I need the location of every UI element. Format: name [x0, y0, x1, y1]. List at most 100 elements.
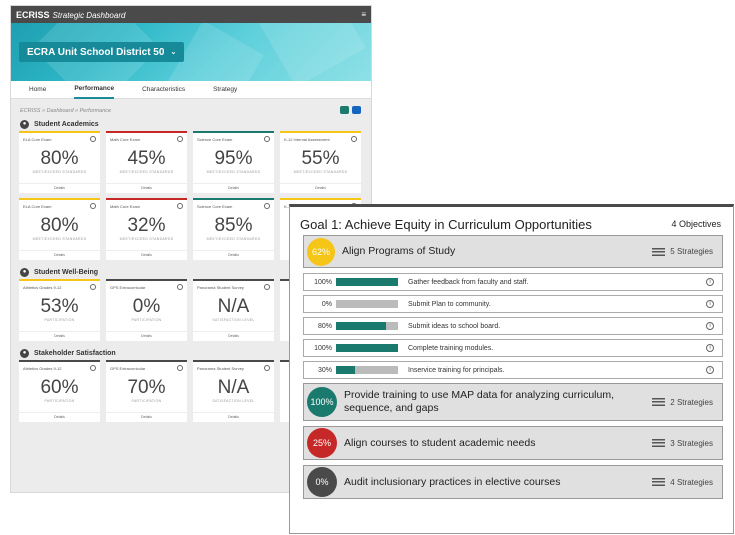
details-link[interactable]: Details [19, 412, 100, 419]
task-row[interactable]: 80% Submit ideas to school board. i [303, 317, 723, 335]
objective-row[interactable]: 100% Provide training to use MAP data for… [303, 383, 723, 421]
details-link[interactable]: Details [19, 331, 100, 338]
info-icon[interactable]: i [706, 366, 714, 374]
metric-card[interactable]: Panorama Student Survey N/A SATISFACTION L… [193, 360, 274, 422]
breadcrumb: ECRISS » Dashboard » Performance [20, 108, 112, 114]
metric-value: 55% [301, 148, 340, 169]
metric-label: Panorama Student Survey [197, 285, 244, 290]
info-icon[interactable]: i [706, 322, 714, 330]
objective-title: Align Programs of Study [342, 245, 456, 257]
metric-value: 53% [40, 296, 79, 317]
strategies-link[interactable]: 3 Strategies [652, 439, 713, 448]
metric-card[interactable]: Science Core Exam 85% MEET/EXCEED STANDARD… [193, 198, 274, 260]
task-percent: 30% [317, 366, 332, 374]
objectives-list: 62% Align Programs of Study 5 Strategies 10… [290, 235, 733, 499]
strategies-count: 2 Strategies [670, 397, 713, 407]
info-icon[interactable] [264, 136, 270, 142]
info-icon[interactable]: i [706, 300, 714, 308]
hamburger-icon[interactable]: ≡ [361, 10, 366, 19]
metric-card[interactable]: K-12 Internal Assessment 55% MEET/EXCEED S… [280, 131, 361, 193]
details-link[interactable]: Details [106, 412, 187, 419]
info-icon[interactable] [264, 284, 270, 290]
list-icon [652, 247, 666, 256]
metric-card[interactable]: ELA Core Exam 80% MEET/EXCEED STANDARDS Det… [19, 131, 100, 193]
strategies-link[interactable]: 5 Strategies [652, 247, 713, 256]
info-icon[interactable]: i [706, 344, 714, 352]
metric-card[interactable]: GPS Extracurricular 70% PARTICIPATION Detai… [106, 360, 187, 422]
task-label: Submit Plan to community. [408, 300, 491, 308]
toolbar [340, 106, 361, 114]
info-icon[interactable] [177, 284, 183, 290]
task-progress-fill [336, 366, 355, 374]
task-progress-bar [336, 300, 398, 308]
task-row[interactable]: 100% Complete training modules. i [303, 339, 723, 357]
metric-card[interactable]: ELA Core Exam 80% MEET/EXCEED STANDARDS Det… [19, 198, 100, 260]
task-row[interactable]: 100% Gather feedback from faculty and sta… [303, 273, 723, 291]
details-link[interactable]: Details [193, 412, 274, 419]
metric-value: 80% [40, 148, 79, 169]
metric-card[interactable]: Athletics Grades 9-12 53% PARTICIPATION Det… [19, 279, 100, 341]
task-label: Gather feedback from faculty and staff. [408, 278, 529, 286]
metric-label: Science Core Exam [197, 204, 233, 209]
details-link[interactable]: Details [19, 183, 100, 190]
metric-label: GPS Extracurricular [110, 366, 146, 371]
metric-subtitle: PARTICIPATION [44, 318, 75, 322]
tab-strategy[interactable]: Strategy [213, 81, 237, 99]
info-icon[interactable] [351, 136, 357, 142]
metric-label: ELA Core Exam [23, 204, 52, 209]
section-title: Stakeholder Satisfaction [34, 349, 116, 357]
details-link[interactable]: Details [193, 250, 274, 257]
task-row[interactable]: 0% Submit Plan to community. i [303, 295, 723, 313]
details-link[interactable]: Details [106, 250, 187, 257]
details-link[interactable]: Details [193, 183, 274, 190]
info-icon[interactable] [90, 365, 96, 371]
tab-home[interactable]: Home [29, 81, 46, 99]
strategies-count: 4 Strategies [670, 477, 713, 487]
metric-card[interactable]: Science Core Exam 95% MEET/EXCEED STANDARD… [193, 131, 274, 193]
task-percent: 0% [321, 300, 332, 308]
objective-title: Provide training to use MAP data for ana… [344, 389, 615, 414]
metric-value: 85% [214, 215, 253, 236]
details-link[interactable]: Details [106, 331, 187, 338]
objective-row[interactable]: 62% Align Programs of Study 5 Strategies [303, 235, 723, 268]
details-link[interactable]: Details [193, 331, 274, 338]
metric-card[interactable]: Math Core Exam 32% MEET/EXCEED STANDARDS De… [106, 198, 187, 260]
metric-subtitle: MEET/EXCEED STANDARDS [119, 237, 174, 241]
objective-row[interactable]: 0% Audit inclusionary practices in electi… [303, 465, 723, 499]
info-icon[interactable] [90, 203, 96, 209]
metric-label: Athletics Grades 9-12 [23, 366, 62, 371]
info-icon[interactable] [264, 203, 270, 209]
strategies-link[interactable]: 2 Strategies [652, 398, 713, 407]
info-icon[interactable] [90, 136, 96, 142]
metric-value: 45% [127, 148, 166, 169]
metric-value: N/A [217, 377, 250, 398]
details-link[interactable]: Details [19, 250, 100, 257]
section-title: Student Academics [34, 120, 99, 128]
info-icon[interactable] [177, 365, 183, 371]
metric-card[interactable]: Panorama Student Survey N/A SATISFACTION L… [193, 279, 274, 341]
metric-card[interactable]: Math Core Exam 45% MEET/EXCEED STANDARDS De… [106, 131, 187, 193]
objective-title: Align courses to student academic needs [344, 436, 536, 449]
metric-card[interactable]: Athletics Grades 9-12 60% PARTICIPATION Det… [19, 360, 100, 422]
info-icon[interactable]: i [706, 278, 714, 286]
info-icon[interactable] [177, 203, 183, 209]
metric-label: Math Core Exam [110, 137, 141, 142]
metric-value: N/A [217, 296, 250, 317]
details-link[interactable]: Details [106, 183, 187, 190]
task-row[interactable]: 30% Inservice training for principals. i [303, 361, 723, 379]
chevron-down-icon: ⌄ [170, 49, 177, 56]
tab-performance[interactable]: Performance [74, 81, 115, 99]
objective-row[interactable]: 25% Align courses to student academic nee… [303, 426, 723, 460]
info-icon[interactable] [90, 284, 96, 290]
objective-progress-badge: 62% [307, 237, 335, 266]
main-tabs: Home Performance Characteristics Strategy [11, 81, 371, 99]
metric-card[interactable]: GPS Extracurricular 0% PARTICIPATION Detail… [106, 279, 187, 341]
tab-characteristics[interactable]: Characteristics [142, 81, 185, 99]
print-icon[interactable] [352, 106, 361, 114]
cloud-download-icon[interactable] [340, 106, 349, 114]
strategies-link[interactable]: 4 Strategies [652, 478, 713, 487]
district-selector[interactable]: ECRA Unit School District 50 ⌄ [19, 42, 185, 62]
info-icon[interactable] [264, 365, 270, 371]
details-link[interactable]: Details [280, 183, 361, 190]
info-icon[interactable] [177, 136, 183, 142]
